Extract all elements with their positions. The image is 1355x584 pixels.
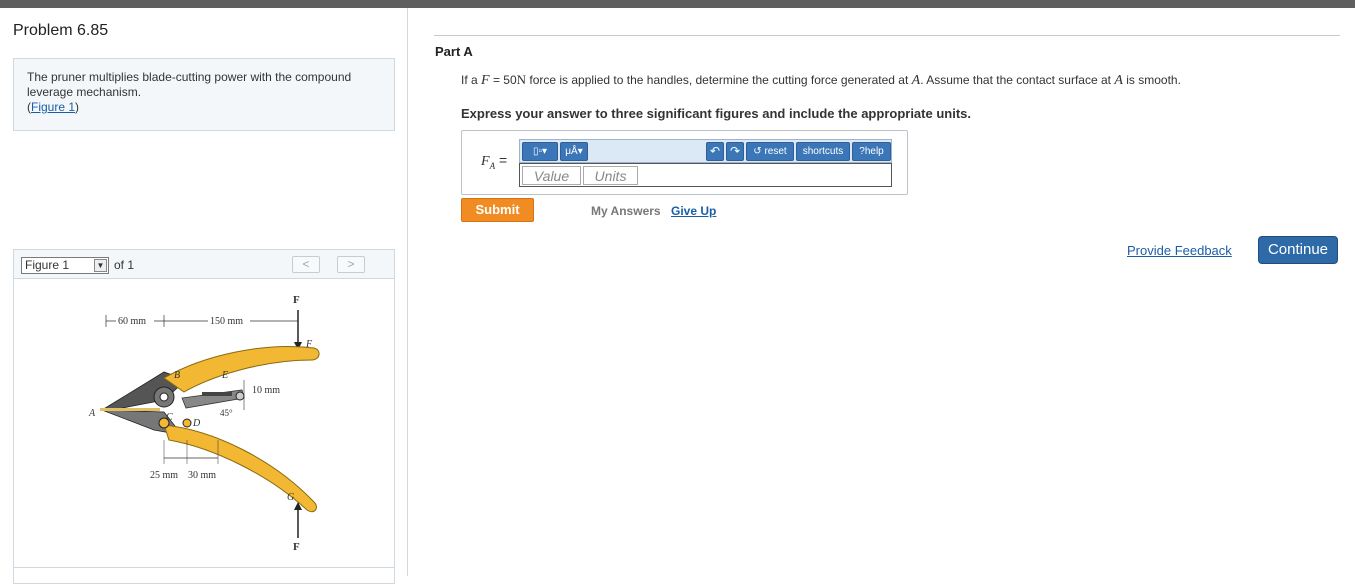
label-25mm: 25 mm	[150, 470, 178, 481]
problem-description: The pruner multiplies blade-cutting powe…	[27, 70, 352, 99]
figure-panel: Figure 1 ▼ of 1 < > F F 60 mm 150 mm B E…	[13, 249, 395, 584]
answer-eq: =	[498, 152, 508, 168]
spring	[202, 392, 232, 396]
next-figure-button[interactable]: >	[337, 256, 365, 273]
pin-E	[235, 391, 245, 401]
answer-variable: FA =	[481, 152, 507, 171]
figure-count: of 1	[114, 258, 135, 272]
undo-icon[interactable]: ↶	[706, 142, 724, 161]
label-10mm: 10 mm	[252, 385, 280, 396]
provide-feedback-link[interactable]: Provide Feedback	[1127, 243, 1232, 258]
q-A: A	[911, 73, 921, 88]
label-E: E	[221, 370, 228, 381]
answer-var: F	[481, 154, 490, 169]
answer-toolbar: ▯▫▾ μÅ▾ ↶ ↷ ↺ reset shortcuts ?help	[519, 139, 892, 163]
instruction-text: Express your answer to three significant…	[461, 106, 971, 121]
left-panel: Problem 6.85 The pruner multiplies blade…	[0, 8, 408, 584]
units-button[interactable]: μÅ▾	[560, 142, 588, 161]
figure-select-value: Figure 1	[25, 258, 70, 272]
answer-input-row: Value Units	[519, 163, 892, 187]
q-end: is smooth.	[1126, 73, 1181, 87]
reset-label: reset	[764, 146, 787, 157]
figure-select[interactable]: Figure 1 ▼	[21, 257, 109, 274]
units-input[interactable]: Units	[583, 166, 638, 185]
problem-title: Problem 6.85	[13, 22, 109, 39]
label-45deg: 45°	[220, 408, 233, 418]
redo-icon[interactable]: ↷	[726, 142, 744, 161]
label-60mm: 60 mm	[118, 316, 146, 327]
q-mid: force is applied to the handles, determi…	[529, 73, 909, 87]
figure-link[interactable]: Figure 1	[31, 100, 75, 114]
upper-handle	[163, 346, 320, 393]
blade-edge	[100, 408, 160, 411]
figure-header: Figure 1 ▼ of 1 < >	[14, 250, 394, 279]
continue-button[interactable]: Continue	[1258, 236, 1338, 264]
figure-image: F F 60 mm 150 mm B E 10 mm A C D 45° 25 …	[14, 280, 394, 567]
dropdown-arrow-icon: ▼	[94, 259, 107, 272]
problem-description-box: The pruner multiplies blade-cutting powe…	[13, 58, 395, 131]
reset-icon: ↺	[753, 146, 762, 157]
q-A2: A	[1114, 73, 1123, 88]
pin-D	[182, 418, 192, 428]
my-answers-link[interactable]: My Answers	[591, 204, 661, 218]
label-A: A	[88, 408, 96, 419]
template-button[interactable]: ▯▫▾	[522, 142, 558, 161]
right-panel: Part A If a F = 50N force is applied to …	[409, 8, 1355, 576]
answer-box: FA = ▯▫▾ μÅ▾ ↶ ↷ ↺ reset shortcuts ?help…	[461, 130, 908, 195]
part-label: Part A	[435, 44, 473, 59]
submit-button[interactable]: Submit	[461, 198, 534, 222]
help-label: help	[864, 146, 884, 157]
label-B: B	[174, 370, 180, 381]
pruner-diagram: F F 60 mm 150 mm B E 10 mm A C D 45° 25 …	[88, 294, 320, 553]
q-N: N	[516, 72, 527, 87]
label-C: C	[166, 412, 173, 423]
q-F: F	[481, 73, 490, 88]
figure-link-close: )	[75, 100, 80, 114]
label-F-bottom: F	[293, 541, 300, 553]
answer-var-sub: A	[489, 160, 496, 171]
give-up-link[interactable]: Give Up	[671, 204, 716, 218]
help-button[interactable]: ?help	[852, 142, 891, 161]
prev-figure-button[interactable]: <	[292, 256, 320, 273]
top-bar	[0, 0, 1355, 8]
q-eq: = 50	[492, 73, 517, 87]
shortcuts-button[interactable]: shortcuts	[796, 142, 850, 161]
figure-footer-divider	[14, 567, 394, 568]
label-D: D	[192, 418, 201, 429]
reset-button[interactable]: ↺ reset	[746, 142, 794, 161]
q-post: . Assume that the contact surface at	[920, 73, 1111, 87]
pivot-B-center	[159, 392, 169, 402]
q-pre: If a	[461, 73, 478, 87]
question-text: If a F = 50N force is applied to the han…	[461, 72, 1181, 89]
label-F-top: F	[293, 294, 300, 306]
value-input[interactable]: Value	[522, 166, 581, 185]
label-30mm: 30 mm	[188, 470, 216, 481]
label-150mm: 150 mm	[210, 316, 243, 327]
part-divider	[434, 35, 1340, 36]
label-G: G	[287, 492, 294, 503]
